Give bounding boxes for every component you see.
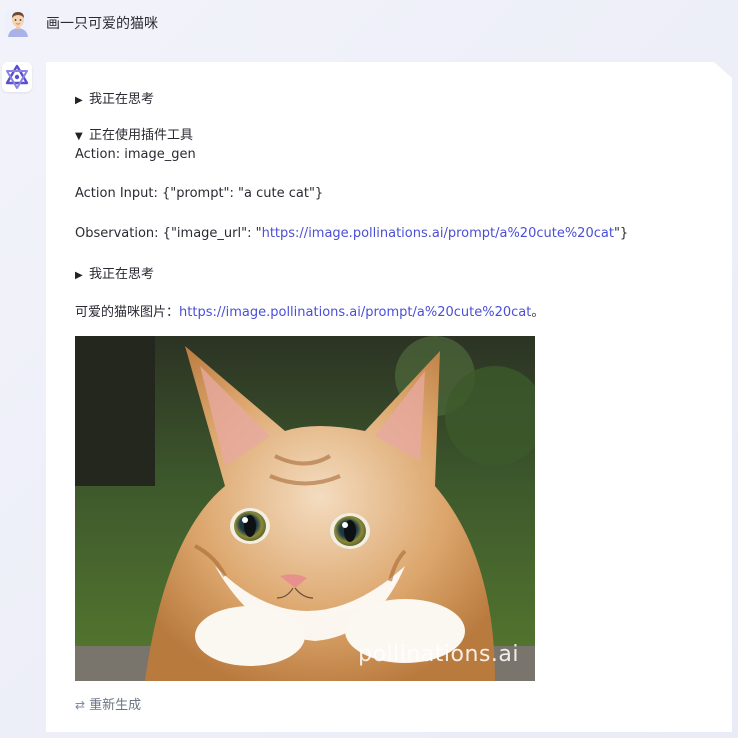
observation-prefix: Observation: {"image_url": " (75, 226, 262, 241)
regenerate-label: 重新生成 (89, 698, 142, 713)
thinking-toggle-1[interactable]: ▶ 我正在思考 (75, 88, 154, 107)
observation-line: Observation: {"image_url": "https://imag… (75, 226, 628, 241)
answer-image-link[interactable]: https://image.pollinations.ai/prompt/a%2… (179, 305, 531, 320)
bot-response-card: ▶ 我正在思考 ▼ 正在使用插件工具 Action: image_gen Actio… (46, 62, 732, 732)
observation-image-link[interactable]: https://image.pollinations.ai/prompt/a%2… (262, 226, 614, 241)
user-message-row: 画一只可爱的猫咪 (0, 0, 738, 48)
answer-line: 可爱的猫咪图片：https://image.pollinations.ai/pr… (75, 301, 544, 320)
thinking-label: 我正在思考 (89, 92, 155, 107)
plugin-tool-toggle[interactable]: ▼ 正在使用插件工具 (75, 124, 193, 143)
answer-suffix: 。 (531, 305, 545, 320)
action-input-line: Action Input: {"prompt": "a cute cat"} (75, 186, 324, 201)
answer-prefix: 可爱的猫咪图片： (75, 305, 180, 320)
thinking-label: 我正在思考 (89, 267, 155, 282)
regenerate-button[interactable]: ⇄ 重新生成 (75, 694, 141, 713)
user-message-text: 画一只可爱的猫咪 (46, 16, 158, 32)
bot-logo-icon (2, 62, 32, 92)
refresh-icon: ⇄ (75, 698, 86, 712)
thinking-toggle-2[interactable]: ▶ 我正在思考 (75, 263, 154, 282)
plugin-tool-label: 正在使用插件工具 (89, 128, 194, 143)
expand-triangle-icon: ▶ (75, 270, 83, 281)
observation-suffix: "} (613, 226, 629, 241)
user-avatar-icon (5, 9, 31, 37)
generated-cat-image[interactable]: pollinations.ai (75, 336, 535, 681)
expand-triangle-icon: ▶ (75, 95, 83, 106)
collapse-triangle-icon: ▼ (75, 131, 83, 142)
image-watermark: pollinations.ai (358, 642, 519, 667)
action-line: Action: image_gen (75, 147, 196, 162)
